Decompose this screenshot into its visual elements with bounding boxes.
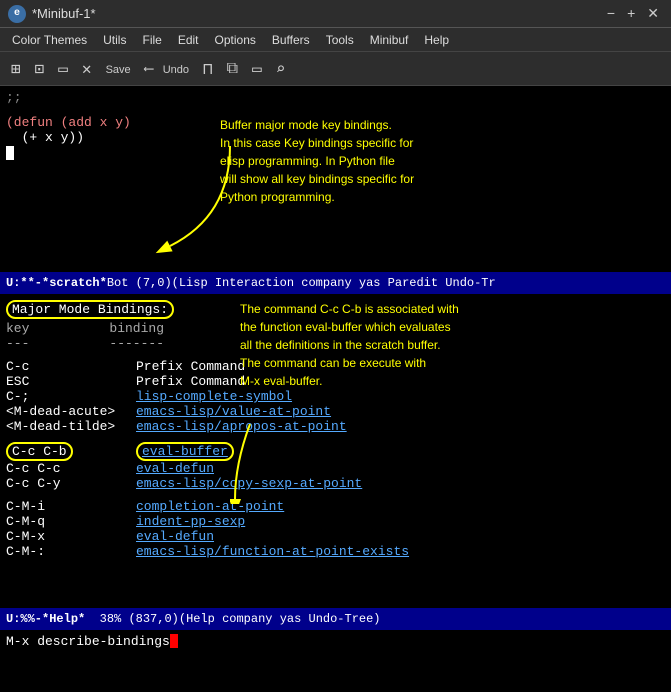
binding-cell: lisp-complete-symbol — [136, 389, 292, 404]
cursor — [6, 146, 14, 160]
undo-button[interactable]: ⟵ Undo — [140, 57, 194, 81]
table-row: C-c C-yemacs-lisp/copy-sexp-at-point — [6, 476, 665, 491]
table-row: C-M-:emacs-lisp/function-at-point-exists — [6, 544, 665, 559]
menu-item-edit[interactable]: Edit — [170, 31, 207, 49]
binding-cell: Prefix Command — [136, 374, 245, 389]
binding-header: binding — [109, 321, 164, 336]
key-cell: C-c C-b — [6, 442, 136, 461]
binding-cell: emacs-lisp/copy-sexp-at-point — [136, 476, 362, 491]
minibuf-cursor — [170, 634, 178, 648]
maximize-button[interactable]: + — [623, 5, 639, 22]
bookmark-button[interactable]: ⊓ — [198, 56, 218, 82]
minibuffer[interactable]: M-x describe-bindings — [0, 630, 671, 652]
mode-line2-modes: (Help company yas Undo-Tree) — [179, 612, 381, 626]
binding-cell: indent-pp-sexp — [136, 514, 245, 529]
binding-cell: eval-defun — [136, 461, 214, 476]
comment-line: ;; — [6, 90, 665, 105]
mode-line-1: U:**- *scratch* Bot (7,0) (Lisp Interact… — [0, 272, 671, 294]
key-cell: C-c C-y — [6, 476, 136, 491]
new-button[interactable]: ⊞ — [6, 56, 26, 82]
save-label: Save — [106, 64, 131, 76]
key-cell: C-M-x — [6, 529, 136, 544]
key-cell: C-M-: — [6, 544, 136, 559]
close-button[interactable]: ✕ — [643, 5, 663, 22]
title-bar: e *Minibuf-1* − + ✕ — [0, 0, 671, 28]
menu-bar[interactable]: Color ThemesUtilsFileEditOptionsBuffersT… — [0, 28, 671, 52]
mode-line2-percent — [85, 612, 99, 626]
binding-cell: emacs-lisp/value-at-point — [136, 404, 331, 419]
menu-item-utils[interactable]: Utils — [95, 31, 134, 49]
save-button[interactable]: Save — [101, 57, 136, 81]
key-cell: <M-dead-tilde> — [6, 419, 136, 434]
binding-highlight: eval-buffer — [136, 442, 234, 461]
key-cell: C-c — [6, 359, 136, 374]
close-file-button[interactable]: ✕ — [77, 56, 97, 82]
binding-cell: eval-buffer — [136, 442, 234, 461]
mode-line-modes: (Lisp Interaction company yas Paredit Un… — [172, 276, 496, 290]
mode-line-buffer: *scratch* — [42, 276, 107, 290]
mode-line2-pct: 38% — [100, 612, 122, 626]
menu-item-options[interactable]: Options — [207, 31, 264, 49]
binding-cell: Prefix Command — [136, 359, 245, 374]
table-row: <M-dead-acute>emacs-lisp/value-at-point — [6, 404, 665, 419]
mode-line-position: Bot (7,0) — [107, 276, 172, 290]
menu-item-color-themes[interactable]: Color Themes — [4, 31, 95, 49]
mode-line2-coords: (837,0) — [128, 612, 178, 626]
table-row: C-M-icompletion-at-point — [6, 499, 665, 514]
help-annotation: The command C-c C-b is associated with t… — [240, 300, 459, 390]
menu-item-buffers[interactable]: Buffers — [264, 31, 318, 49]
minibuf-prompt: M-x describe-bindings — [6, 634, 170, 649]
key-header: key — [6, 321, 29, 336]
key-highlight: C-c C-b — [6, 442, 73, 461]
key-cell: C-M-i — [6, 499, 136, 514]
key-cell: ESC — [6, 374, 136, 389]
mode-line2-buffer: *Help* — [42, 612, 85, 626]
key-cell: C-; — [6, 389, 136, 404]
table-row: <M-dead-tilde>emacs-lisp/apropos-at-poin… — [6, 419, 665, 434]
key-cell: C-c C-c — [6, 461, 136, 476]
menu-item-tools[interactable]: Tools — [318, 31, 362, 49]
title-text: *Minibuf-1* — [32, 6, 96, 21]
title-bar-left: e *Minibuf-1* — [8, 5, 96, 23]
editor-area: ;; (defun (add x y) (+ x y)) Buffer majo… — [0, 86, 671, 272]
binding-cell: eval-defun — [136, 529, 214, 544]
paste-button[interactable]: ▭ — [247, 56, 267, 82]
copy-buffer-button[interactable]: ⧉ — [222, 57, 243, 81]
undo-label: Undo — [163, 64, 189, 76]
table-row: C-M-xeval-defun — [6, 529, 665, 544]
menu-item-file[interactable]: File — [134, 31, 169, 49]
open-button[interactable]: ⊡ — [30, 56, 50, 82]
toolbar[interactable]: ⊞ ⊡ ▭ ✕ Save ⟵ Undo ⊓ ⧉ ▭ ⌕ — [0, 52, 671, 86]
binding-cell: completion-at-point — [136, 499, 284, 514]
mode-line2-pos — [121, 612, 128, 626]
major-mode-title: Major Mode Bindings: — [6, 300, 174, 319]
table-row: C-c C-ceval-defun — [6, 461, 665, 476]
save-file-button[interactable]: ▭ — [53, 56, 73, 82]
mode-line2-prefix: U:%%- — [6, 612, 42, 626]
key-cell: <M-dead-acute> — [6, 404, 136, 419]
menu-item-minibuf[interactable]: Minibuf — [362, 31, 417, 49]
table-row: C-M-qindent-pp-sexp — [6, 514, 665, 529]
mode-line-prefix: U:**- — [6, 276, 42, 290]
editor-annotation: Buffer major mode key bindings. In this … — [220, 116, 414, 206]
binding-cell: emacs-lisp/function-at-point-exists — [136, 544, 409, 559]
app-icon: e — [8, 5, 26, 23]
minimize-button[interactable]: − — [603, 5, 619, 22]
help-area: The command C-c C-b is associated with t… — [0, 294, 671, 608]
key-cell: C-M-q — [6, 514, 136, 529]
mode-line-2: U:%%- *Help* 38% (837,0) (Help company y… — [0, 608, 671, 630]
table-row: C-c C-b eval-buffer — [6, 442, 665, 461]
menu-item-help[interactable]: Help — [416, 31, 457, 49]
search-button[interactable]: ⌕ — [271, 56, 291, 82]
binding-cell: emacs-lisp/apropos-at-point — [136, 419, 347, 434]
table-row: C-;lisp-complete-symbol — [6, 389, 665, 404]
window-controls[interactable]: − + ✕ — [603, 5, 663, 22]
